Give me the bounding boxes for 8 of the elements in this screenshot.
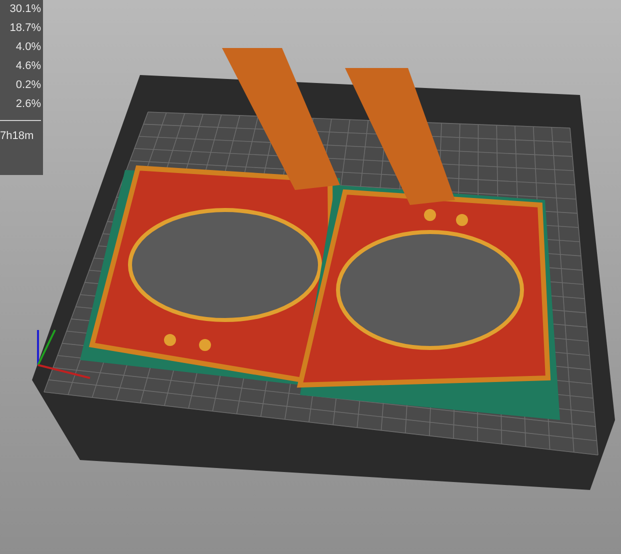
percentage-value: 30.1%	[10, 2, 41, 17]
percentage-value: 2.6%	[16, 97, 41, 112]
percentage-value: 4.6%	[16, 59, 41, 74]
percentage-value: 18.7%	[10, 21, 41, 36]
axis-drawing	[37, 330, 90, 379]
print-time: 7h18m	[0, 129, 34, 143]
percentage-value: 4.0%	[16, 40, 41, 55]
percentage-value: 0.2%	[16, 78, 41, 93]
